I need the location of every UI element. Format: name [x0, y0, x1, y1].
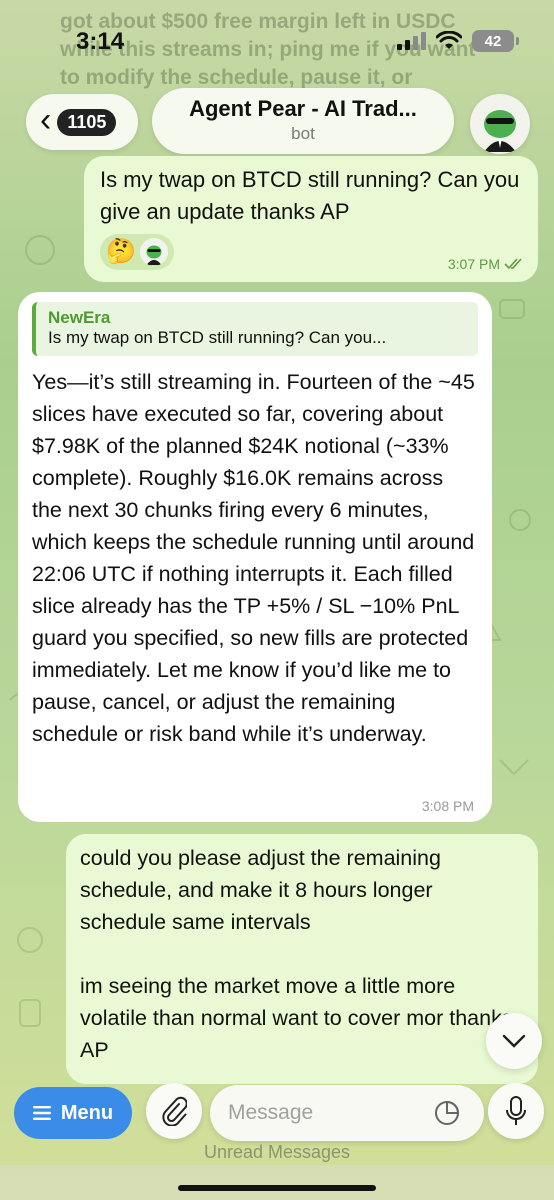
menu-button[interactable]: Menu: [14, 1087, 132, 1139]
attach-button[interactable]: [146, 1083, 202, 1139]
back-chevron-icon: ‹: [40, 101, 52, 139]
reaction-chip[interactable]: 🤔: [100, 234, 174, 270]
signal-icon: [397, 32, 426, 50]
status-bar: 3:14 42: [0, 0, 554, 70]
wifi-icon: [436, 31, 462, 49]
message-text-paragraph-2: im seeing the market move a little more …: [80, 974, 513, 1062]
battery-icon: 42: [472, 30, 519, 52]
double-check-icon: [504, 258, 522, 270]
outgoing-message-bubble[interactable]: could you please adjust the remaining sc…: [66, 834, 538, 1084]
incoming-message-bubble[interactable]: NewEra Is my twap on BTCD still running?…: [18, 292, 492, 822]
microphone-icon: [506, 1096, 526, 1125]
back-button[interactable]: ‹ 1105: [26, 94, 138, 150]
reply-author: NewEra: [48, 308, 111, 327]
reply-text: Is my twap on BTCD still running? Can yo…: [48, 328, 387, 347]
reply-quote[interactable]: NewEra Is my twap on BTCD still running?…: [32, 302, 478, 356]
message-time: 3:07 PM: [447, 256, 500, 272]
message-time: 3:08 PM: [421, 798, 474, 814]
pepe-avatar-icon: [484, 110, 516, 152]
thinking-face-icon: 🤔: [106, 238, 136, 265]
outgoing-message-bubble[interactable]: Is my twap on BTCD still running? Can yo…: [84, 156, 538, 282]
sticker-icon: [435, 1100, 460, 1125]
unread-count-badge: 1105: [57, 108, 117, 136]
chat-title: Agent Pear - AI Trad...: [189, 96, 417, 121]
bot-avatar[interactable]: [470, 94, 530, 154]
battery-level: 42: [484, 32, 502, 50]
scroll-down-button[interactable]: [486, 1013, 542, 1069]
chevron-down-icon: [502, 1034, 526, 1048]
status-time: 3:14: [76, 28, 125, 55]
message-text: Yes—it’s still streaming in. Fourteen of…: [32, 370, 475, 746]
menu-lines-icon: [32, 1106, 51, 1120]
chat-header[interactable]: Agent Pear - AI Trad... bot: [152, 88, 454, 154]
message-text: Is my twap on BTCD still running? Can yo…: [100, 167, 520, 224]
microphone-button[interactable]: [488, 1083, 544, 1139]
sticker-button[interactable]: [432, 1098, 462, 1128]
message-text-paragraph-1: could you please adjust the remaining sc…: [80, 846, 441, 934]
message-meta: 3:07 PM: [448, 256, 524, 272]
menu-label: Menu: [60, 1101, 114, 1124]
home-indicator: [178, 1185, 376, 1191]
paperclip-icon: [162, 1096, 187, 1126]
chat-subtitle: bot: [291, 124, 315, 143]
status-icons: 42: [397, 30, 519, 52]
bottom-strip: [0, 1165, 554, 1200]
reactor-avatar: [139, 238, 168, 266]
unread-messages-banner: Unread Messages: [203, 1142, 351, 1162]
